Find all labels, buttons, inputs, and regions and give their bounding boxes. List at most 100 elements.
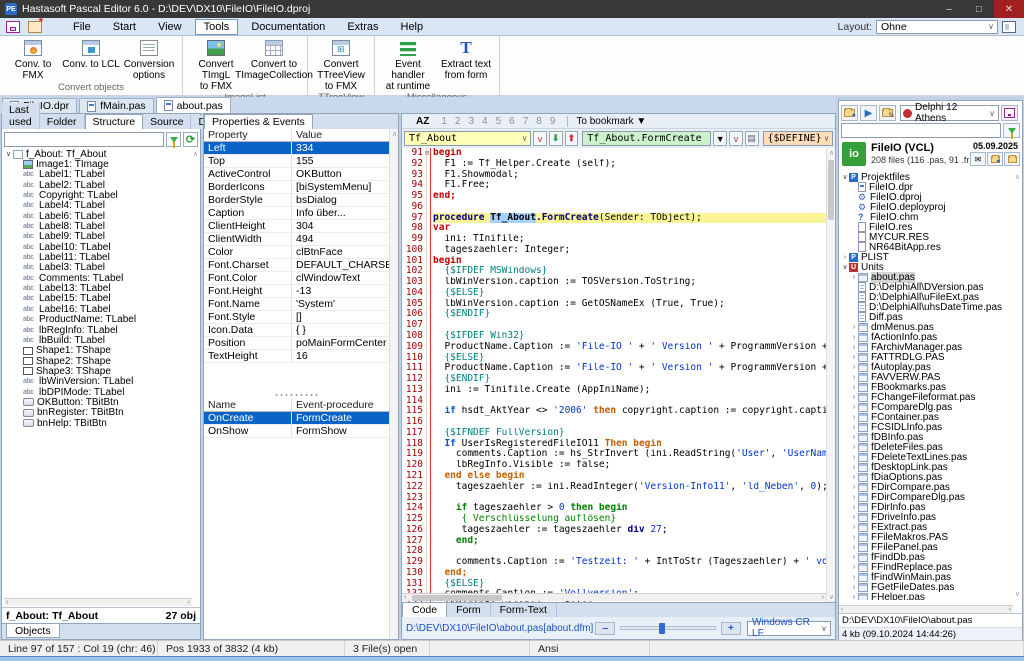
property-row[interactable]: ActiveControlOKButton: [204, 168, 389, 181]
tree-item[interactable]: abcLabel2: TLabel: [4, 180, 192, 190]
project-tree-item[interactable]: ›FChangeFileformat.pas: [841, 392, 1013, 402]
menu-tools[interactable]: Tools: [195, 19, 239, 35]
project-tree-item[interactable]: ›FGetFileDates.pas: [841, 583, 1013, 593]
tab-code[interactable]: Code: [402, 603, 447, 618]
bookmark-9[interactable]: 9: [550, 116, 556, 127]
expander-icon[interactable]: ›: [850, 564, 858, 571]
expander-icon[interactable]: ›: [850, 374, 858, 381]
tree-item[interactable]: Shape3: TShape: [4, 366, 192, 376]
expander-icon[interactable]: ›: [850, 354, 858, 361]
tree-item[interactable]: abcProductName: TLabel: [4, 315, 192, 325]
fold-icon[interactable]: ⊟: [425, 150, 429, 157]
editor-vscrollbar[interactable]: ∧ ∨: [826, 148, 835, 602]
expander-icon[interactable]: ∨: [841, 173, 849, 181]
tree-item[interactable]: Shape1: TShape: [4, 346, 192, 356]
property-row[interactable]: BorderStylebsDialog: [204, 194, 389, 207]
project-tree-item[interactable]: ›dmMenus.pas: [841, 322, 1013, 332]
expander-icon[interactable]: ›: [850, 434, 858, 441]
proc-dropdown-button[interactable]: v: [729, 131, 743, 146]
tree-item[interactable]: abclbWinVersion: TLabel: [4, 377, 192, 387]
project-tree-item[interactable]: ›fDeleteFiles.pas: [841, 442, 1013, 452]
project-tree-item[interactable]: ›FBookmarks.pas: [841, 382, 1013, 392]
tree-item[interactable]: abclbBuild: TLabel: [4, 335, 192, 345]
tree-item[interactable]: abcCopyright: TLabel: [4, 190, 192, 200]
project-tree-item[interactable]: ›FContainer.pas: [841, 412, 1013, 422]
project-tree-item[interactable]: ›FDirCompare.pas: [841, 482, 1013, 492]
event-row[interactable]: OnCreateFormCreate: [204, 412, 389, 425]
property-row[interactable]: ClientHeight304: [204, 220, 389, 233]
maximize-button[interactable]: □: [964, 0, 994, 18]
expander-icon[interactable]: ›: [850, 494, 858, 501]
tree-item[interactable]: ∨f_About: Tf_About: [4, 149, 192, 159]
tab-last-used[interactable]: Last used: [2, 103, 40, 129]
menu-documentation[interactable]: Documentation: [242, 19, 334, 35]
property-row[interactable]: CaptionInfo über...: [204, 207, 389, 220]
menu-file[interactable]: File: [64, 19, 100, 35]
tree-item[interactable]: Shape2: TShape: [4, 356, 192, 366]
conversion-options-button[interactable]: Conversion options: [120, 36, 178, 81]
tab-properties-events[interactable]: Properties & Events: [204, 114, 313, 129]
expander-icon[interactable]: ›: [850, 574, 858, 581]
expander-icon[interactable]: ›: [850, 544, 858, 551]
project-tree-item[interactable]: ?FileIO.chm: [841, 212, 1013, 222]
refresh-button[interactable]: ⟳: [183, 132, 198, 147]
expander-icon[interactable]: ›: [850, 394, 858, 401]
tab-folder[interactable]: Folder: [40, 115, 85, 129]
line-ending-select[interactable]: Windows CR LF∨: [747, 621, 831, 636]
editor-hscrollbar[interactable]: ‹›: [402, 593, 826, 601]
identifier-select[interactable]: Tf_About∨: [404, 131, 531, 146]
mail-button[interactable]: ✉: [970, 152, 986, 166]
sort-az-button[interactable]: AZ: [416, 116, 429, 127]
tab-structure[interactable]: Structure: [85, 114, 144, 129]
tree-item[interactable]: abcLabel13: TLabel: [4, 283, 192, 293]
project-tree-item[interactable]: ›fDBInfo.pas: [841, 432, 1013, 442]
tab-form-text[interactable]: Form-Text: [491, 603, 557, 618]
new-form-icon[interactable]: [28, 21, 42, 33]
project-tree-item[interactable]: ›FATTRDLG.PAS: [841, 352, 1013, 362]
tree-item[interactable]: abcLabel9: TLabel: [4, 232, 192, 242]
layout-select[interactable]: Ohne∨: [876, 20, 998, 34]
expander-icon[interactable]: ›: [850, 444, 858, 451]
project-tree-item[interactable]: ›fDiaOptions.pas: [841, 472, 1013, 482]
zoom-slider[interactable]: [620, 626, 715, 630]
expander-icon[interactable]: ›: [850, 524, 858, 531]
grid-splitter[interactable]: [274, 393, 318, 397]
property-row[interactable]: Top155: [204, 155, 389, 168]
bookmark-5[interactable]: 5: [496, 116, 502, 127]
project-tree-item[interactable]: ›fActionInfo.pas: [841, 332, 1013, 342]
project-tree-item[interactable]: D:\DelphiAll\uhsDateTime.pas: [841, 302, 1013, 312]
event-handler-button[interactable]: Event handler at runtime: [379, 36, 437, 92]
scroll-up-icon[interactable]: ∧: [392, 130, 397, 138]
expander-icon[interactable]: ›: [850, 584, 858, 591]
event-row[interactable]: OnShowFormShow: [204, 425, 389, 438]
property-row[interactable]: TextHeight16: [204, 350, 389, 363]
project-tree-item[interactable]: ›FCompareDlg.pas: [841, 402, 1013, 412]
project-tree-item[interactable]: ∨UUnits: [841, 262, 1013, 272]
expander-icon[interactable]: ›: [841, 254, 849, 261]
property-row[interactable]: ColorclBtnFace: [204, 246, 389, 259]
project-tree-item[interactable]: ›FDirInfo.pas: [841, 503, 1013, 513]
tree-item[interactable]: abcLabel4: TLabel: [4, 201, 192, 211]
project-tree-item[interactable]: D:\DelphiAll\uFileExt.pas: [841, 292, 1013, 302]
menu-help[interactable]: Help: [392, 19, 433, 35]
extract-text-button[interactable]: TExtract text from form: [437, 36, 495, 81]
project-tree-item[interactable]: ›about.pas: [841, 272, 1013, 282]
image-collection-button[interactable]: Convert to TImageCollection: [245, 36, 303, 81]
docs-button[interactable]: [987, 152, 1003, 166]
tree-item[interactable]: abcLabel3: TLabel: [4, 263, 192, 273]
bookmark-3[interactable]: 3: [468, 116, 474, 127]
zoom-out-button[interactable]: –: [595, 622, 615, 635]
code-area[interactable]: 91⊟begin92 F1 := Tf_Helper.Create (self)…: [402, 148, 826, 602]
project-tree-item[interactable]: ⚙FileIO.deployproj: [841, 202, 1013, 212]
tree-item[interactable]: abcLabel8: TLabel: [4, 221, 192, 231]
project-tree-item[interactable]: ›FDeleteTextLines.pas: [841, 452, 1013, 462]
tab-objects[interactable]: Objects: [6, 624, 60, 638]
convert-lcl-button[interactable]: Conv. to LCL: [62, 36, 120, 70]
tree-item[interactable]: OKButton: TBitBtn: [4, 397, 192, 407]
expander-icon[interactable]: ›: [850, 514, 858, 521]
expander-icon[interactable]: ›: [850, 454, 858, 461]
property-row[interactable]: Font.Name'System': [204, 298, 389, 311]
project-tree-item[interactable]: ›fFindWinMain.pas: [841, 573, 1013, 583]
bookmark-6[interactable]: 6: [509, 116, 515, 127]
tab-form[interactable]: Form: [447, 603, 491, 618]
